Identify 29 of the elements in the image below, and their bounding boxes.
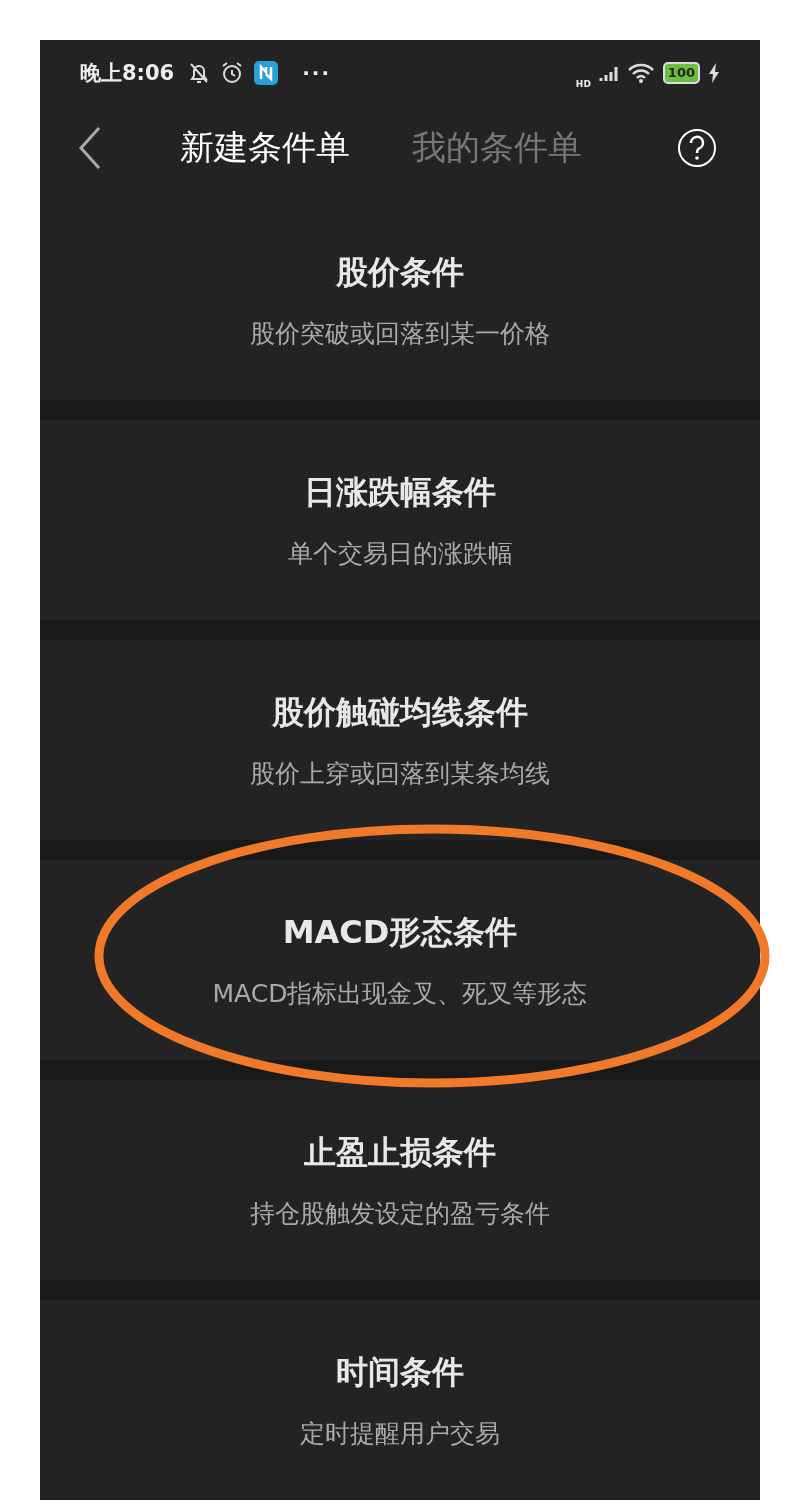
wifi-icon [626, 61, 655, 84]
network-label: HD [575, 78, 591, 89]
condition-option[interactable]: 股价条件 股价突破或回落到某一价格 [40, 200, 760, 400]
option-description: 定时提醒用户交易 [300, 1417, 500, 1450]
clock: 晚上8:06 [80, 59, 175, 87]
condition-option[interactable]: 日涨跌幅条件 单个交易日的涨跌幅 [40, 420, 760, 620]
condition-option[interactable]: 止盈止损条件 持仓股触发设定的盈亏条件 [40, 1080, 760, 1280]
option-description: MACD指标出现金叉、死叉等形态 [212, 977, 588, 1010]
help-button[interactable] [678, 128, 716, 167]
battery-level: 100 [662, 61, 700, 84]
option-title: 时间条件 [336, 1351, 464, 1393]
condition-option[interactable]: 股价触碰均线条件 股价上穿或回落到某条均线 [40, 640, 760, 840]
tab[interactable]: 我的条件单 [412, 124, 582, 171]
app-icon [254, 60, 279, 85]
more-notifications: ··· [302, 60, 332, 85]
condition-option[interactable]: 时间条件 定时提醒用户交易 [40, 1300, 760, 1500]
charging-icon [708, 62, 720, 83]
option-description: 持仓股触发设定的盈亏条件 [250, 1197, 550, 1230]
option-description: 股价突破或回落到某一价格 [250, 317, 550, 350]
question-mark-icon [687, 134, 707, 161]
tab[interactable]: 新建条件单 [180, 124, 350, 171]
condition-option[interactable]: MACD形态条件 MACD指标出现金叉、死叉等形态 [40, 860, 760, 1060]
option-title: 股价条件 [336, 251, 464, 293]
option-title: MACD形态条件 [282, 911, 518, 953]
option-title: 日涨跌幅条件 [304, 471, 496, 513]
option-description: 股价上穿或回落到某条均线 [250, 757, 550, 790]
option-title: 股价触碰均线条件 [272, 691, 528, 733]
option-title: 止盈止损条件 [304, 1131, 496, 1173]
option-description: 单个交易日的涨跌幅 [287, 537, 513, 570]
